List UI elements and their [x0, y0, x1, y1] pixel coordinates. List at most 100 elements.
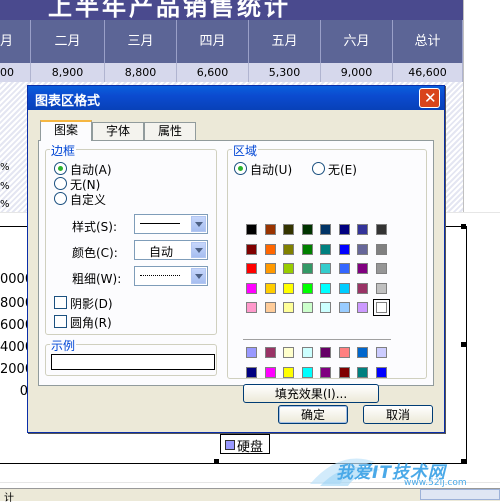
- color-swatch[interactable]: [375, 224, 387, 235]
- border-color-dropdown[interactable]: 自动: [134, 240, 208, 260]
- color-swatch[interactable]: [320, 302, 331, 313]
- tab-pattern[interactable]: 图案: [40, 120, 92, 141]
- color-swatch[interactable]: [246, 347, 257, 358]
- cancel-button[interactable]: 取消: [363, 405, 433, 424]
- checkbox-label: 阴影(D): [70, 297, 113, 311]
- value-cell[interactable]: 8,900: [31, 63, 105, 82]
- color-swatch[interactable]: [264, 347, 276, 358]
- color-swatch[interactable]: [357, 302, 368, 313]
- color-swatch[interactable]: [357, 282, 368, 294]
- color-swatch[interactable]: [320, 282, 331, 294]
- color-swatch[interactable]: [246, 224, 257, 235]
- value-cell[interactable]: 00: [0, 63, 31, 82]
- color-swatch[interactable]: [246, 302, 257, 313]
- row-stub: %: [0, 181, 10, 192]
- close-button[interactable]: ✕: [419, 88, 440, 108]
- color-swatch[interactable]: [357, 347, 368, 358]
- value-cell[interactable]: 9,000: [321, 63, 393, 82]
- chart-legend[interactable]: 硬盘: [220, 434, 270, 455]
- color-swatch[interactable]: [301, 302, 313, 313]
- color-swatch[interactable]: [338, 302, 350, 313]
- value-cell[interactable]: 5,300: [249, 63, 321, 82]
- color-swatch[interactable]: [320, 347, 331, 358]
- color-swatch[interactable]: [301, 243, 313, 255]
- color-swatch[interactable]: [301, 347, 313, 358]
- color-swatch[interactable]: [320, 224, 331, 235]
- month-header-cell[interactable]: 月: [0, 20, 31, 63]
- color-swatch[interactable]: [264, 224, 276, 235]
- month-header-cell[interactable]: 三月: [105, 20, 177, 63]
- color-swatch[interactable]: [283, 224, 294, 235]
- chart-resize-handle[interactable]: [461, 224, 466, 229]
- color-swatch[interactable]: [283, 243, 294, 255]
- fill-effects-button[interactable]: 填充效果(I)...: [243, 384, 379, 403]
- color-swatch[interactable]: [338, 366, 350, 378]
- value-cell[interactable]: 6,600: [177, 63, 249, 82]
- color-swatch[interactable]: [357, 263, 368, 274]
- color-swatch[interactable]: [301, 282, 313, 294]
- color-swatch[interactable]: [338, 282, 350, 294]
- color-swatch[interactable]: [320, 366, 331, 378]
- tab-panel-pattern: 边框 自动(A) 无(N) 自定义 样式(S): 颜色(C): 自动 粗细(W)…: [38, 140, 434, 403]
- tab-font[interactable]: 字体: [92, 122, 144, 140]
- color-swatch[interactable]: [283, 263, 294, 274]
- color-swatch[interactable]: [264, 282, 276, 294]
- chevron-down-icon[interactable]: [191, 216, 206, 232]
- tab-properties[interactable]: 属性: [144, 122, 196, 140]
- color-swatch[interactable]: [338, 347, 350, 358]
- color-swatch[interactable]: [375, 347, 387, 358]
- color-swatch[interactable]: [246, 243, 257, 255]
- value-cell[interactable]: 8,800: [105, 63, 177, 82]
- chart-resize-handle[interactable]: [214, 459, 219, 464]
- chevron-down-icon[interactable]: [191, 242, 206, 258]
- color-swatch[interactable]: [301, 366, 313, 378]
- color-swatch[interactable]: [338, 243, 350, 255]
- color-swatch[interactable]: [264, 366, 276, 378]
- y-axis-label: 6000: [0, 318, 34, 333]
- color-swatch[interactable]: [357, 243, 368, 255]
- color-swatch[interactable]: [264, 243, 276, 255]
- month-header-cell[interactable]: 四月: [177, 20, 249, 63]
- month-header-cell[interactable]: 六月: [321, 20, 393, 63]
- color-swatch[interactable]: [320, 243, 331, 255]
- sample-group-label: 示例: [50, 337, 77, 354]
- color-swatch[interactable]: [375, 366, 387, 378]
- color-swatch[interactable]: [283, 366, 294, 378]
- color-swatch[interactable]: [246, 282, 257, 294]
- color-swatch[interactable]: [372, 299, 390, 316]
- legend-label: 硬盘: [237, 440, 264, 455]
- month-header-cell[interactable]: 五月: [249, 20, 321, 63]
- border-style-dropdown[interactable]: [134, 214, 208, 234]
- horizontal-scrollbar[interactable]: [420, 489, 500, 500]
- color-swatch[interactable]: [301, 224, 313, 235]
- dialog-titlebar[interactable]: 图表区格式 ✕: [28, 86, 444, 110]
- value-cell[interactable]: 46,600: [393, 63, 463, 82]
- color-swatch[interactable]: [357, 224, 368, 235]
- radio-icon: [54, 192, 67, 205]
- month-header-cell[interactable]: 总计: [393, 20, 463, 63]
- month-header-cell[interactable]: 二月: [31, 20, 105, 63]
- color-swatch[interactable]: [283, 282, 294, 294]
- color-swatch[interactable]: [264, 263, 276, 274]
- chevron-down-icon[interactable]: [191, 268, 206, 284]
- chart-resize-handle[interactable]: [461, 342, 466, 347]
- color-swatch[interactable]: [246, 366, 257, 378]
- color-swatch[interactable]: [338, 224, 350, 235]
- color-swatch[interactable]: [283, 347, 294, 358]
- color-swatch[interactable]: [375, 282, 387, 294]
- color-swatch[interactable]: [301, 263, 313, 274]
- color-swatch[interactable]: [338, 263, 350, 274]
- color-swatch[interactable]: [283, 302, 294, 313]
- color-swatch[interactable]: [375, 243, 387, 255]
- color-swatch[interactable]: [264, 302, 276, 313]
- y-axis-label: 4000: [0, 340, 34, 355]
- month-header-row: 月 二月 三月 四月 五月 六月 总计: [0, 20, 463, 64]
- value-row: 00 8,900 8,800 6,600 5,300 9,000 46,600: [0, 63, 463, 83]
- border-weight-dropdown[interactable]: [134, 266, 208, 286]
- color-swatch[interactable]: [375, 263, 387, 274]
- ok-button[interactable]: 确定: [278, 405, 348, 424]
- color-swatch[interactable]: [246, 263, 257, 274]
- color-swatch[interactable]: [357, 366, 368, 378]
- sheet-tab[interactable]: 计: [4, 489, 14, 504]
- color-swatch[interactable]: [320, 263, 331, 274]
